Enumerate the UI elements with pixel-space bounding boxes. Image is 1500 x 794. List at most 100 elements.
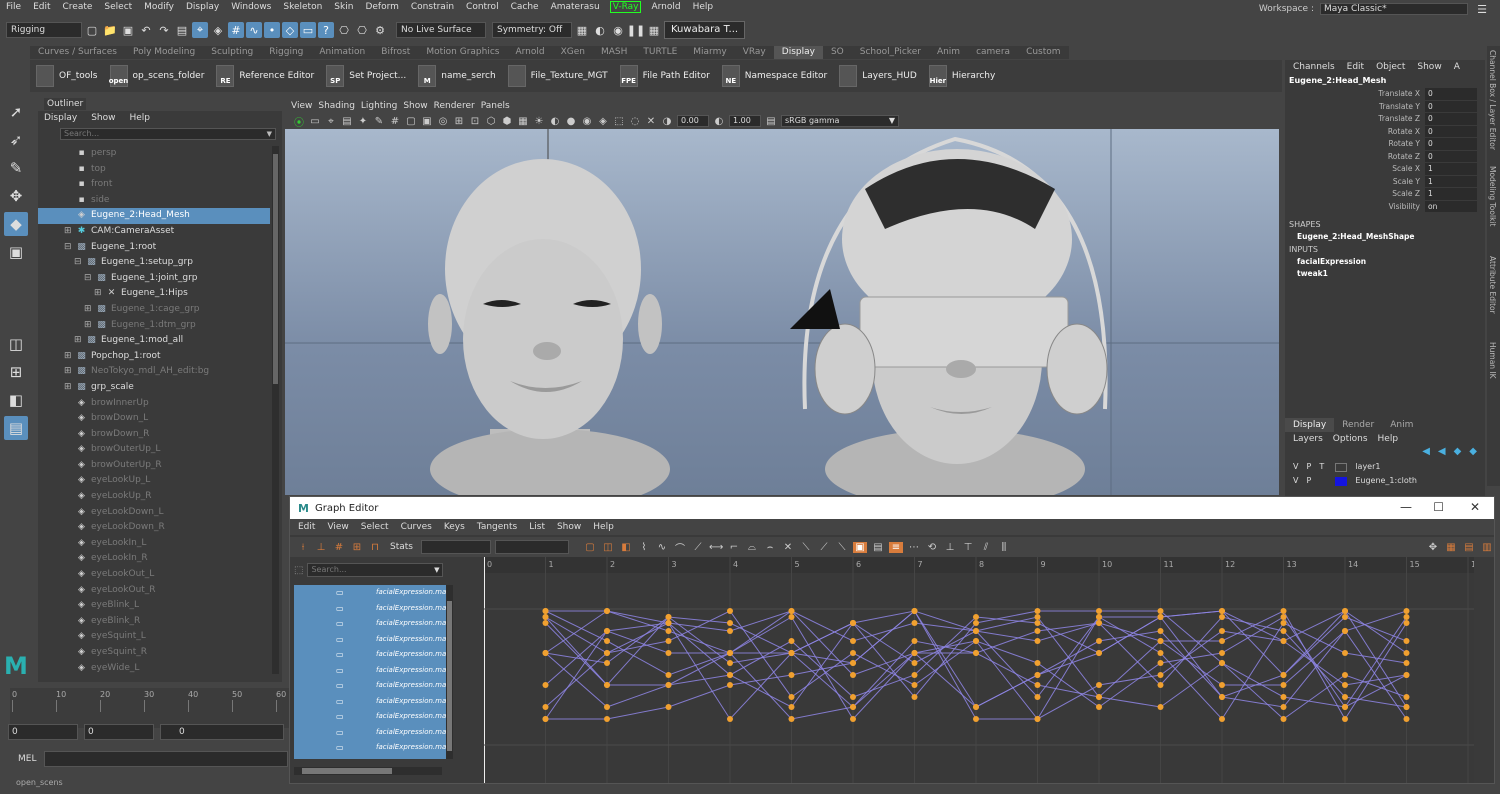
- outliner-menu-display[interactable]: Display: [44, 111, 77, 125]
- graph-search-input[interactable]: Search... ▼: [307, 563, 444, 577]
- auto-tangent-icon[interactable]: ⌇: [637, 542, 651, 553]
- shelf-button[interactable]: OF_tools: [36, 65, 98, 87]
- grid-icon[interactable]: #: [389, 116, 401, 127]
- visibility-toggle[interactable]: V: [1293, 474, 1298, 488]
- frame-all-icon[interactable]: ▢: [583, 542, 597, 553]
- viewport-menu-show[interactable]: Show: [403, 99, 427, 113]
- menu-deform[interactable]: Deform: [359, 2, 404, 12]
- linear-tangent-icon[interactable]: ⟋: [691, 542, 705, 553]
- retime-tool-icon[interactable]: ⊓: [368, 542, 382, 553]
- colorspace-dropdown[interactable]: sRGB gamma ▼: [781, 115, 899, 127]
- outliner-item[interactable]: ⊞ ▩ Eugene_1:dtm_grp: [38, 318, 270, 334]
- new-layer-icon[interactable]: ◆: [1454, 446, 1462, 460]
- shelf-button[interactable]: SP Set Project...: [326, 65, 406, 87]
- filter-icon[interactable]: ⬚: [294, 565, 303, 576]
- expand-icon[interactable]: ⊞: [74, 333, 82, 349]
- menu-amaterasu[interactable]: Amaterasu: [545, 2, 606, 12]
- graph-channel-item[interactable]: ▭ facialExpression.ma: [294, 585, 446, 601]
- attribute-value[interactable]: 1: [1425, 175, 1477, 188]
- stats-time-field[interactable]: [420, 540, 491, 554]
- select-camera-icon[interactable]: ⦿: [293, 114, 305, 129]
- graph-menu-tangents[interactable]: Tangents: [477, 519, 517, 535]
- wireframe-icon[interactable]: ⬡: [485, 116, 497, 127]
- menu-file[interactable]: File: [0, 2, 27, 12]
- menu-skeleton[interactable]: Skeleton: [277, 2, 328, 12]
- layer-menu-help[interactable]: Help: [1378, 432, 1399, 446]
- outliner-item[interactable]: ◈ browDown_L: [38, 411, 270, 427]
- shelf-tab-sculpting[interactable]: Sculpting: [203, 46, 262, 59]
- rendersetup-icon[interactable]: ▦: [646, 22, 662, 38]
- graph-menu-select[interactable]: Select: [361, 519, 389, 535]
- graph-menu-help[interactable]: Help: [593, 519, 614, 535]
- layer-name[interactable]: layer1: [1355, 460, 1380, 474]
- menu-control[interactable]: Control: [460, 2, 505, 12]
- undo-icon[interactable]: ↶: [138, 22, 154, 38]
- trax-editor-icon[interactable]: ▤: [1462, 542, 1476, 553]
- expand-icon[interactable]: ⊞: [64, 380, 72, 396]
- graph-channel-item[interactable]: ▭ facialExpression.ma: [294, 663, 446, 679]
- field-chart-icon[interactable]: ⊞: [453, 116, 465, 127]
- shelf-tab-anim[interactable]: Anim: [928, 46, 969, 59]
- graph-channel-item[interactable]: ▭ facialExpression.ma: [294, 678, 446, 694]
- outliner-item[interactable]: ⊞ ▩ Popchop_1:root: [38, 349, 270, 365]
- move-layer-down-icon[interactable]: ◀: [1438, 446, 1446, 460]
- layer-tab-anim[interactable]: Anim: [1382, 418, 1421, 432]
- shelf-button[interactable]: NE Namespace Editor: [721, 65, 827, 87]
- ambient-occlusion-icon[interactable]: ●: [565, 116, 577, 127]
- clamped-tangent-icon[interactable]: ⌒: [673, 540, 687, 555]
- outliner-item[interactable]: ◈ eyeLookUp_L: [38, 473, 270, 489]
- visibility-toggle[interactable]: V: [1293, 460, 1298, 474]
- shelf-tab-turtle[interactable]: TURTLE: [635, 46, 686, 59]
- outliner-item[interactable]: ◈ eyeLookIn_L: [38, 536, 270, 552]
- display-type-toggle[interactable]: T: [1319, 460, 1327, 474]
- shape-node[interactable]: Eugene_2:Head_MeshShape: [1285, 231, 1485, 244]
- new-layer-from-selection-icon[interactable]: ◆: [1469, 446, 1477, 460]
- snap-view-icon[interactable]: ▭: [300, 22, 316, 38]
- cycle-icon[interactable]: ⟲: [925, 542, 939, 553]
- outliner-item[interactable]: ◈ eyeSquint_L: [38, 629, 270, 645]
- snap-surface-icon[interactable]: ◇: [282, 22, 298, 38]
- input-node[interactable]: facialExpression: [1285, 256, 1485, 269]
- lights-icon[interactable]: ☀: [533, 116, 545, 127]
- shelf-tab-camera[interactable]: camera: [968, 46, 1019, 59]
- shelf-button[interactable]: Mname_serch: [418, 65, 496, 87]
- workspace-dropdown[interactable]: Maya Classic*: [1320, 3, 1468, 15]
- redo-icon[interactable]: ↷: [156, 22, 172, 38]
- normalize-icon[interactable]: ⊥: [943, 542, 957, 553]
- anti-aliasing-icon[interactable]: ◈: [597, 116, 609, 127]
- scale-tool-icon[interactable]: ▣: [4, 240, 28, 264]
- channel-attribute[interactable]: Rotate Y 0: [1285, 138, 1485, 151]
- shelf-button[interactable]: Layers_HUD: [839, 65, 917, 87]
- menu-create[interactable]: Create: [57, 2, 99, 12]
- layer-menu-layers[interactable]: Layers: [1293, 432, 1323, 446]
- graph-channel-item[interactable]: ▭ facialExpression.ma: [294, 601, 446, 617]
- outliner-item[interactable]: ◈ eyeLookDown_L: [38, 505, 270, 521]
- auto-load-icon[interactable]: ▣: [852, 541, 867, 553]
- grease-pencil-icon[interactable]: ✎: [373, 116, 385, 127]
- render-view-icon[interactable]: ▦: [574, 22, 590, 38]
- spline-tangent-icon[interactable]: ∿: [655, 542, 669, 553]
- shelf-tab-custom[interactable]: Custom: [1018, 46, 1069, 59]
- graph-channel-item[interactable]: ▭ facialExpression.ma: [294, 632, 446, 648]
- two-d-pan-icon[interactable]: ✦: [357, 116, 369, 127]
- outliner-item[interactable]: ◈ eyeLookDown_R: [38, 520, 270, 536]
- graph-channel-item[interactable]: ▭ facialExpression.ma: [294, 694, 446, 710]
- outliner-item[interactable]: ⊞ ▩ Eugene_1:cage_grp: [38, 302, 270, 318]
- outliner-menu-show[interactable]: Show: [91, 111, 115, 125]
- graph-channel-item[interactable]: ▭ facialExpression.ma: [294, 616, 446, 632]
- graph-view[interactable]: 012345678910111213141516: [484, 557, 1474, 783]
- outliner-item[interactable]: ▪ side: [38, 193, 270, 209]
- expand-icon[interactable]: ⊞: [64, 224, 72, 240]
- channel-menu-channels[interactable]: Channels: [1293, 60, 1335, 74]
- menu-display[interactable]: Display: [180, 2, 225, 12]
- four-view-icon[interactable]: ⊞: [4, 360, 28, 384]
- graph-menu-curves[interactable]: Curves: [401, 519, 432, 535]
- paint-select-icon[interactable]: ✎: [4, 156, 28, 180]
- dope-sheet-icon[interactable]: ▦: [1444, 542, 1458, 553]
- layer-row[interactable]: V P Tlayer1: [1285, 460, 1485, 474]
- new-scene-icon[interactable]: ▢: [84, 22, 100, 38]
- side-by-side-icon[interactable]: ◧: [4, 388, 28, 412]
- shelf-tab-mash[interactable]: MASH: [592, 46, 636, 59]
- shelf-tab-vray[interactable]: VRay: [734, 46, 774, 59]
- unify-tangent-icon[interactable]: ⟍: [799, 542, 813, 553]
